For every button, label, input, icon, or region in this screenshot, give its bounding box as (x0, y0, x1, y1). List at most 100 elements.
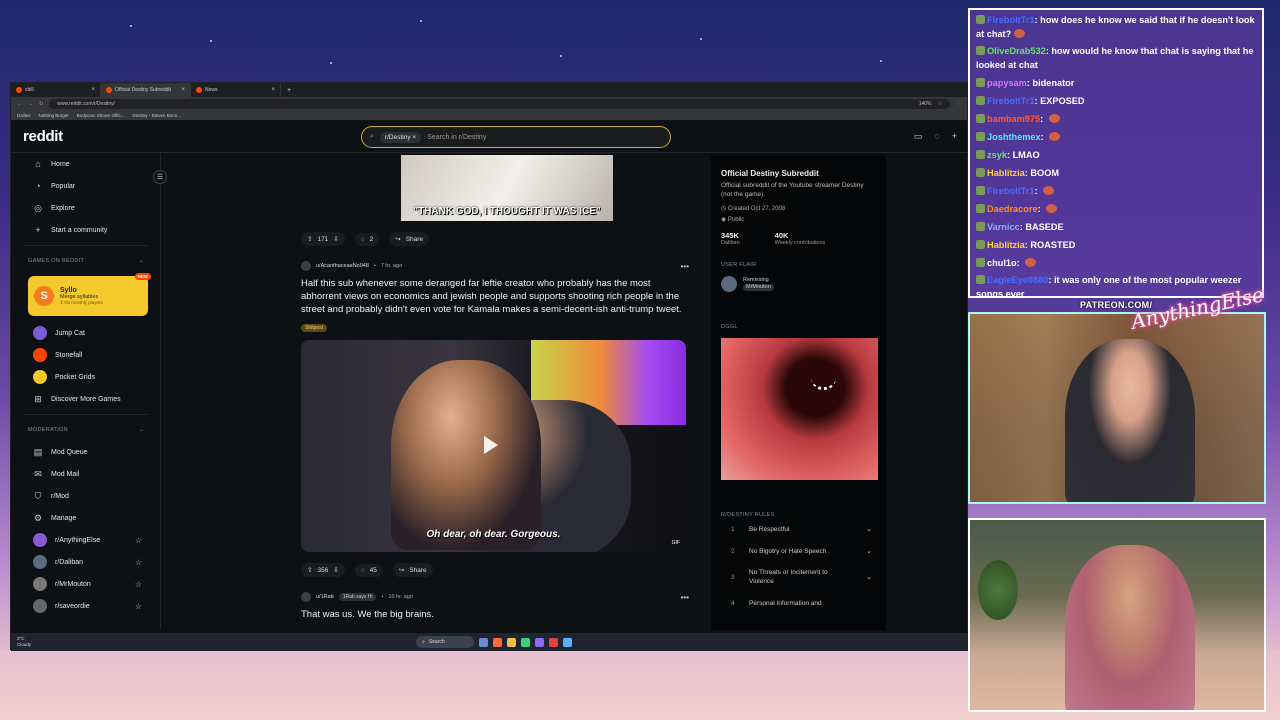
avatar[interactable] (301, 261, 311, 271)
post-title[interactable]: Half this sub whenever some deranged far… (301, 277, 691, 316)
sidebar-item-explore[interactable]: ◎ Explore (11, 197, 160, 219)
collapse-sidebar-button[interactable]: ☰ (153, 170, 167, 184)
games-heading[interactable]: GAMES ON REDDIT ⌄ (11, 250, 160, 272)
windows-start-icon[interactable] (402, 638, 411, 647)
sidebar-item-game[interactable]: Jump Cat (11, 322, 160, 344)
post-flair[interactable]: Shitpost (301, 324, 328, 332)
chat-username[interactable]: FireboltTr1 (987, 186, 1034, 196)
app-icon[interactable] (563, 637, 572, 647)
upvote-icon[interactable]: ⇧ (307, 235, 312, 243)
back-icon[interactable]: ← (17, 101, 22, 107)
advertise-icon[interactable]: ▭ (914, 131, 923, 142)
favorite-star-icon[interactable]: ☆ (135, 536, 142, 545)
post-image[interactable]: "THANK GOD, I THOUGHT IT WAS ICE" (401, 155, 613, 221)
post-title[interactable]: That was us. We the big brains. (301, 608, 691, 621)
folder-icon[interactable] (507, 637, 516, 647)
post-author[interactable]: u/1Rab (316, 594, 334, 600)
chat-icon[interactable]: ◌ (934, 131, 939, 142)
sidebar-item-mod-queue[interactable]: ▤ Mod Queue (11, 441, 160, 463)
dggl-image[interactable] (721, 338, 878, 480)
app-icon[interactable] (549, 637, 558, 647)
app-icon[interactable] (521, 637, 530, 647)
search-community-chip[interactable]: r/Destiny × (379, 131, 422, 143)
task-view-icon[interactable] (479, 637, 488, 647)
upvote-icon[interactable]: ⇧ (307, 566, 312, 574)
share-button[interactable]: ↪ Share (389, 232, 430, 246)
chat-username[interactable]: Hablitzia (987, 168, 1025, 178)
tab-destiny[interactable]: Official Destiny Subreddit × (101, 83, 191, 97)
rule-item[interactable]: 4 Personal Information and (721, 592, 876, 614)
bookmark-item[interactable]: Nothing Burger (39, 113, 69, 118)
search-input[interactable]: ⌕ r/Destiny × Search in r/Destiny (361, 126, 671, 148)
close-icon[interactable]: × (181, 87, 185, 93)
rule-item[interactable]: 3 No Threats or Incitement to Violence ⌄ (721, 562, 876, 592)
tab-news[interactable]: News × (191, 83, 281, 97)
play-icon[interactable] (484, 436, 498, 454)
bookmark-item[interactable]: Dailies (17, 113, 31, 118)
chat-username[interactable]: FireboltTr1 (987, 96, 1034, 106)
favorite-star-icon[interactable]: ☆ (135, 558, 142, 567)
chat-username[interactable]: FireboltTr1 (987, 15, 1034, 25)
bookmark-item[interactable]: Destiny - Steven Bonn... (132, 113, 181, 118)
forward-icon[interactable]: → (28, 101, 33, 107)
sidebar-item-game[interactable]: Pocket Grids (11, 366, 160, 388)
sidebar-item-game[interactable]: Stonefall (11, 344, 160, 366)
post-video[interactable]: Oh dear, oh dear. Gorgeous. GIF (301, 340, 686, 552)
reddit-logo[interactable]: reddit (23, 128, 63, 145)
taskbar-search[interactable]: ⌕ Search (416, 636, 474, 648)
comments-button[interactable]: ◌ 2 (354, 232, 380, 246)
downvote-icon[interactable]: ⇩ (333, 235, 338, 243)
favorite-star-icon[interactable]: ☆ (135, 580, 142, 589)
share-button[interactable]: ↪ Share (392, 563, 433, 577)
sidebar-item-mod-mail[interactable]: ✉ Mod Mail (11, 463, 160, 485)
rule-item[interactable]: 1 Be Respectful ⌄ (721, 518, 876, 540)
chat-username[interactable]: chul1o (987, 258, 1017, 268)
chat-username[interactable]: bambam975 (987, 114, 1040, 124)
more-options-icon[interactable]: ••• (681, 593, 689, 602)
sidebar-item-popular[interactable]: ◔ Popular (11, 175, 160, 197)
url-field[interactable]: www.reddit.com/r/Destiny/140% ☆ (49, 99, 950, 109)
reload-icon[interactable]: ↻ (39, 101, 43, 107)
bookmark-item[interactable]: Bodycam Shows Offic... (77, 113, 125, 118)
chat-username[interactable]: EagleEye0880 (987, 275, 1048, 285)
rule-item[interactable]: 2 No Bigotry or Hate Speech ⌄ (721, 540, 876, 562)
featured-game-card[interactable]: S Syllo Merge syllables 3.7M monthly pla… (28, 273, 151, 316)
sidebar-item-start-community[interactable]: + Start a community (11, 219, 160, 241)
chat-username[interactable]: Hablitzia (987, 240, 1025, 250)
sidebar-item-community[interactable]: r/AnythingElse ☆ (11, 529, 160, 551)
create-post-icon[interactable]: + (952, 131, 957, 142)
menu-icon[interactable]: ⋮ (956, 101, 961, 107)
new-tab-button[interactable]: + (281, 87, 297, 94)
chat-username[interactable]: Varnicc (987, 222, 1020, 232)
favorite-star-icon[interactable]: ☆ (135, 602, 142, 611)
chat-username[interactable]: Joshthemex (987, 132, 1041, 142)
sidebar-item-community[interactable]: r/MrMouton ☆ (11, 573, 160, 595)
moderation-heading[interactable]: MODERATION ⌄ (11, 419, 160, 441)
chat-username[interactable]: Daedracore (987, 204, 1038, 214)
vote-control[interactable]: ⇧ 356 ⇩ (301, 563, 345, 577)
app-icon[interactable] (493, 637, 502, 647)
sidebar-item-r-mod[interactable]: ⛉ r/Mod (11, 485, 160, 507)
downvote-icon[interactable]: ⇩ (333, 566, 338, 574)
vote-control[interactable]: ⇧ 171 ⇩ (301, 232, 345, 246)
close-icon[interactable]: × (271, 87, 275, 93)
sidebar-item-home[interactable]: ⌂ Home (11, 153, 160, 175)
zoom-level[interactable]: 140% (919, 101, 932, 107)
app-icon[interactable] (535, 637, 544, 647)
chat-username[interactable]: zsyk (987, 150, 1007, 160)
sidebar-item-community[interactable]: r/Daliban ☆ (11, 551, 160, 573)
weather-widget[interactable]: 3°C Cloudy (17, 636, 77, 648)
close-icon[interactable]: × (91, 87, 95, 93)
post-author[interactable]: u/AcanthaceaeNo948 (316, 263, 369, 269)
more-options-icon[interactable]: ••• (681, 262, 689, 271)
chat-username[interactable]: papysam (987, 78, 1027, 88)
sidebar-item-manage[interactable]: ⚙ Manage (11, 507, 160, 529)
bookmark-star-icon[interactable]: ☆ (938, 101, 942, 107)
tab-cbill[interactable]: cbill × (11, 83, 101, 97)
sidebar-item-discover-games[interactable]: ⊞ Discover More Games (11, 388, 160, 410)
avatar[interactable] (301, 592, 311, 602)
comments-button[interactable]: ◌ 45 (354, 563, 383, 577)
chat-username[interactable]: OliveDrab532 (987, 46, 1046, 56)
user-flair[interactable]: Remixxing MrMouton (721, 276, 876, 292)
sidebar-item-community[interactable]: r/saveordie ☆ (11, 595, 160, 617)
